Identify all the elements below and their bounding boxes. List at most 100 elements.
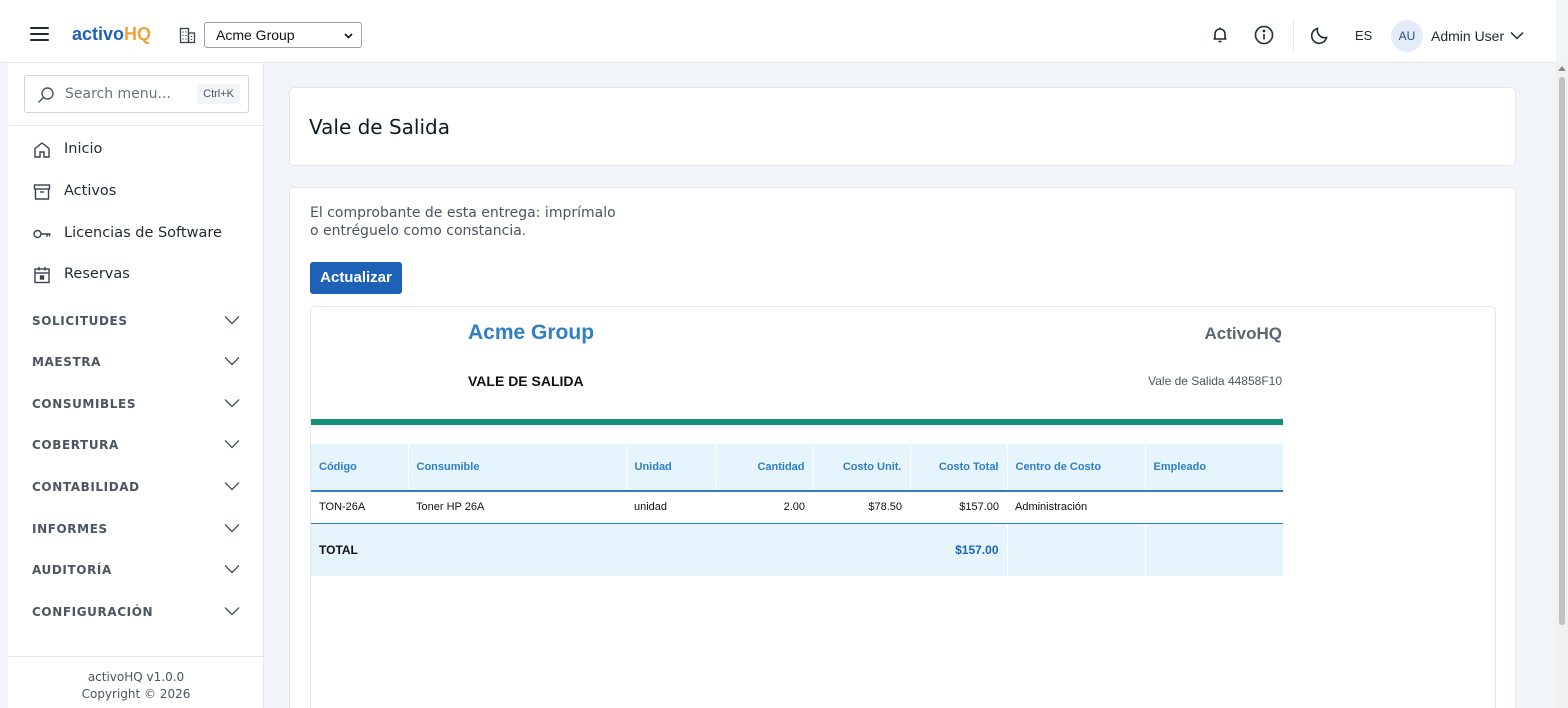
chevron-down-icon	[224, 524, 240, 533]
scrollbar-thumb[interactable]	[1559, 77, 1565, 625]
voucher-title: VALE DE SALIDA	[468, 373, 584, 389]
column-header-cost-center: Centro de Costo	[1007, 444, 1146, 492]
sidebar-section-label: MAESTRA	[32, 355, 101, 369]
cell-consumable: Toner HP 26A	[408, 491, 626, 524]
home-icon	[34, 142, 50, 158]
column-header-employee: Empleado	[1145, 444, 1283, 492]
info-icon[interactable]	[1254, 25, 1274, 45]
total-empty-cell	[1145, 523, 1283, 576]
voucher-preview: Acme Group ActivoHQ VALE DE SALIDA Vale …	[310, 306, 1496, 708]
sidebar-footer-divider	[8, 656, 264, 657]
page-title: Vale de Salida	[309, 115, 450, 139]
cell-total-cost: $157.00	[910, 491, 1007, 524]
total-empty-cell	[1007, 523, 1146, 576]
table-row: TON-26A Toner HP 26A unidad 2.00 $78.50 …	[311, 491, 1283, 524]
moon-icon[interactable]	[1310, 25, 1330, 45]
menu-toggle-icon[interactable]	[30, 27, 49, 41]
sidebar-section-label: SOLICITUDES	[32, 314, 128, 328]
cell-quantity: 2.00	[716, 491, 813, 524]
avatar[interactable]: AU	[1391, 20, 1423, 52]
chevron-down-icon	[224, 607, 240, 616]
sidebar-section-solicitudes[interactable]: SOLICITUDES	[8, 303, 263, 339]
total-value: $157.00	[910, 523, 1008, 576]
cell-code: TON-26A	[311, 491, 408, 524]
sidebar-item-label: Reservas	[64, 266, 130, 282]
sidebar-item-reservas[interactable]: Reservas	[8, 256, 263, 294]
table-header-row: Código Consumible Unidad Cantidad Costo …	[311, 444, 1283, 492]
chevron-down-icon	[224, 316, 240, 325]
user-name[interactable]: Admin User	[1431, 28, 1504, 44]
page-header-card: Vale de Salida	[289, 87, 1516, 166]
voucher-table: Código Consumible Unidad Cantidad Costo …	[311, 444, 1283, 576]
scroll-up-icon[interactable]	[1558, 66, 1566, 71]
sidebar-section-auditoria[interactable]: AUDITORÍA	[8, 552, 263, 588]
archive-box-icon	[33, 184, 51, 200]
table-total-row: TOTAL $157.00	[311, 523, 1283, 576]
top-header: activoHQ Acme Group ES AU Admin User	[0, 0, 1556, 63]
page-description: El comprobante de esta entrega: imprímal…	[310, 205, 616, 239]
copyright: Copyright © 2026	[81, 687, 191, 701]
bell-icon[interactable]	[1210, 25, 1230, 45]
logo-text-activo: activo	[72, 24, 125, 44]
sidebar-item-licencias[interactable]: Licencias de Software	[8, 215, 263, 253]
page-scrollbar[interactable]	[1556, 63, 1568, 708]
content-card: El comprobante de esta entrega: imprímal…	[289, 187, 1516, 708]
column-header-code: Código	[311, 444, 409, 492]
total-empty-cell	[626, 523, 716, 576]
voucher-company: Acme Group	[468, 321, 595, 344]
sidebar-item-label: Licencias de Software	[64, 225, 222, 241]
sidebar-item-label: Activos	[64, 183, 117, 199]
sidebar-item-label: Inicio	[64, 141, 103, 157]
search-placeholder: Search menu...	[65, 86, 171, 102]
header-divider	[1293, 20, 1294, 51]
chevron-down-icon	[344, 33, 353, 39]
sidebar-section-maestra[interactable]: MAESTRA	[8, 344, 263, 380]
company-select-value: Acme Group	[216, 27, 295, 43]
sidebar-section-contabilidad[interactable]: CONTABILIDAD	[8, 469, 263, 505]
voucher-accent-bar	[311, 419, 1283, 425]
column-header-quantity: Cantidad	[716, 444, 814, 492]
sidebar-section-consumibles[interactable]: CONSUMIBLES	[8, 386, 263, 422]
voucher-brand: ActivoHQ	[1204, 324, 1282, 343]
cell-cost-center: Administración	[1007, 491, 1145, 524]
column-header-unit: Unidad	[626, 444, 717, 492]
logo-text-hq: HQ	[124, 24, 152, 44]
sidebar-section-label: COBERTURA	[32, 438, 119, 452]
sidebar-item-activos[interactable]: Activos	[8, 173, 263, 211]
refresh-button[interactable]: Actualizar	[310, 262, 402, 294]
search-input[interactable]: Search menu... Ctrl+K	[24, 75, 249, 113]
chevron-down-icon	[224, 482, 240, 491]
sidebar-section-configuracion[interactable]: CONFIGURACIÓN	[8, 594, 263, 630]
app-logo[interactable]: activoHQ	[72, 24, 151, 45]
calendar-icon	[34, 267, 50, 284]
sidebar-item-inicio[interactable]: Inicio	[8, 131, 263, 169]
sidebar-section-label: CONTABILIDAD	[32, 480, 140, 494]
chevron-down-icon[interactable]	[1510, 31, 1524, 40]
sidebar-section-label: CONSUMIBLES	[32, 397, 137, 411]
sidebar: Search menu... Ctrl+K Inicio Activos Lic…	[8, 63, 264, 708]
building-icon	[179, 27, 196, 44]
sidebar-section-cobertura[interactable]: COBERTURA	[8, 427, 263, 463]
chevron-down-icon	[224, 565, 240, 574]
chevron-down-icon	[224, 357, 240, 366]
total-empty-cell	[813, 523, 910, 576]
sidebar-section-label: AUDITORÍA	[32, 563, 112, 577]
key-icon	[33, 229, 51, 239]
column-header-total-cost: Costo Total	[910, 444, 1008, 492]
total-empty-cell	[716, 523, 813, 576]
cell-unit: unidad	[626, 491, 716, 524]
sidebar-divider	[8, 125, 264, 126]
chevron-down-icon	[224, 440, 240, 449]
search-icon	[38, 87, 54, 103]
cell-unit-cost: $78.50	[813, 491, 910, 524]
total-empty-cell	[408, 523, 626, 576]
company-select[interactable]: Acme Group	[204, 22, 362, 48]
sidebar-section-label: INFORMES	[32, 522, 108, 536]
voucher-number: Vale de Salida 44858F10	[1148, 374, 1282, 388]
total-label: TOTAL	[311, 523, 408, 576]
sidebar-section-informes[interactable]: INFORMES	[8, 511, 263, 547]
cell-employee	[1145, 491, 1283, 524]
language-switcher[interactable]: ES	[1355, 28, 1372, 43]
column-header-unit-cost: Costo Unit.	[813, 444, 911, 492]
chevron-down-icon	[224, 399, 240, 408]
